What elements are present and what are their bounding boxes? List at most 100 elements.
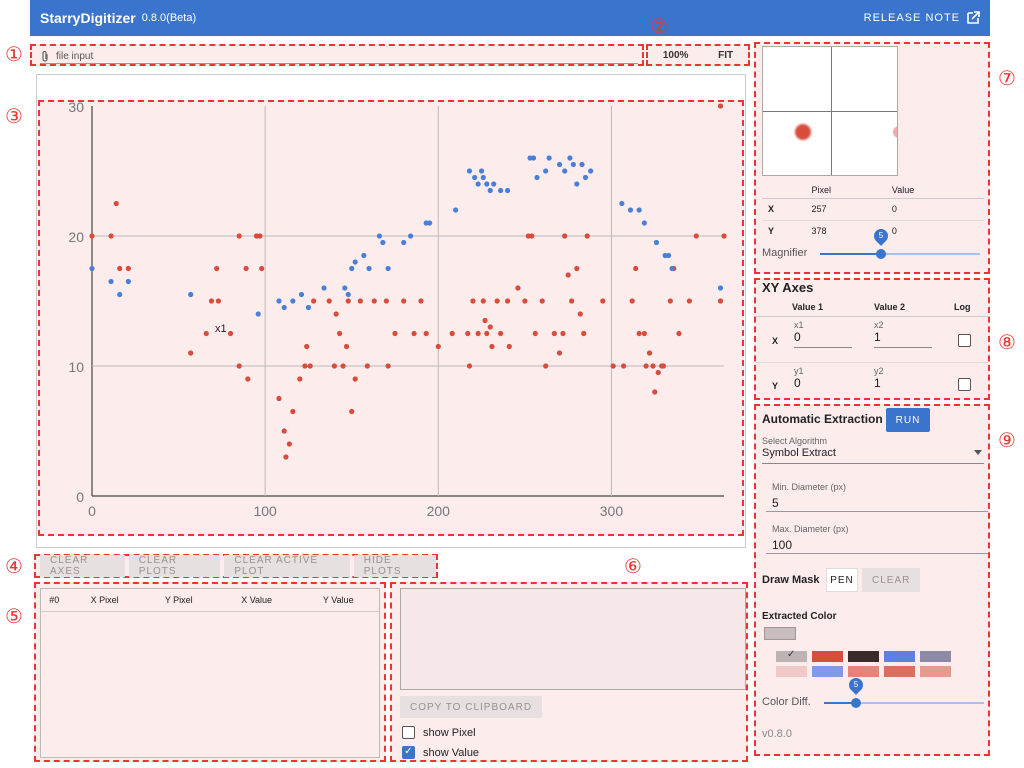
data-point[interactable] bbox=[466, 363, 473, 369]
data-point[interactable] bbox=[562, 233, 568, 239]
data-point[interactable] bbox=[539, 298, 545, 304]
min-diameter-field[interactable]: Min. Diameter (px) 5 bbox=[766, 478, 988, 512]
data-point[interactable] bbox=[281, 428, 287, 434]
data-point[interactable] bbox=[208, 298, 215, 304]
data-point[interactable] bbox=[401, 239, 407, 246]
clear-axes-button[interactable]: CLEAR AXES bbox=[40, 555, 125, 577]
data-point[interactable] bbox=[290, 408, 296, 415]
data-point[interactable] bbox=[543, 363, 549, 369]
magnifier-slider[interactable]: 5 bbox=[820, 226, 980, 259]
data-point[interactable] bbox=[113, 200, 119, 207]
data-point[interactable] bbox=[551, 330, 557, 337]
data-point[interactable] bbox=[257, 233, 263, 239]
data-point[interactable] bbox=[326, 298, 332, 304]
data-point[interactable] bbox=[717, 285, 724, 291]
data-point[interactable] bbox=[401, 298, 407, 304]
data-point[interactable] bbox=[465, 330, 471, 337]
data-point[interactable] bbox=[570, 161, 576, 168]
data-point[interactable] bbox=[504, 298, 511, 304]
extracted-color-swatch[interactable] bbox=[764, 627, 796, 640]
algorithm-select[interactable]: Symbol Extract bbox=[762, 447, 984, 464]
data-point[interactable] bbox=[227, 330, 234, 337]
data-point[interactable] bbox=[449, 330, 455, 337]
data-point[interactable] bbox=[321, 285, 327, 291]
data-point[interactable] bbox=[482, 317, 488, 324]
x1-input[interactable]: 0 bbox=[794, 330, 852, 348]
palette-swatch[interactable] bbox=[812, 651, 843, 662]
data-point[interactable] bbox=[117, 265, 123, 272]
data-point[interactable] bbox=[89, 233, 95, 239]
x2-input[interactable]: 1 bbox=[874, 330, 932, 348]
data-point[interactable] bbox=[532, 330, 538, 337]
data-point[interactable] bbox=[475, 330, 481, 337]
data-point[interactable] bbox=[480, 174, 486, 181]
data-point[interactable] bbox=[641, 220, 647, 226]
data-point[interactable] bbox=[311, 298, 317, 304]
data-point[interactable] bbox=[498, 187, 504, 194]
data-point[interactable] bbox=[352, 259, 358, 265]
data-point[interactable] bbox=[214, 265, 220, 272]
data-point[interactable] bbox=[423, 330, 429, 337]
data-point[interactable] bbox=[418, 298, 424, 304]
data-point[interactable] bbox=[188, 291, 194, 298]
data-point[interactable] bbox=[717, 298, 724, 304]
data-point[interactable] bbox=[636, 207, 642, 213]
data-point[interactable] bbox=[108, 278, 114, 285]
data-point[interactable] bbox=[203, 330, 209, 337]
clear-plots-button[interactable]: CLEAR PLOTS bbox=[128, 555, 221, 577]
data-point[interactable] bbox=[364, 363, 370, 369]
data-point[interactable] bbox=[333, 311, 339, 317]
data-point[interactable] bbox=[676, 330, 682, 337]
x2-field[interactable]: x2 1 bbox=[874, 320, 932, 348]
data-point[interactable] bbox=[646, 350, 653, 356]
data-point[interactable] bbox=[376, 233, 383, 239]
y2-input[interactable]: 1 bbox=[874, 376, 932, 393]
min-diameter-input[interactable]: 5 bbox=[772, 496, 988, 510]
palette-swatch[interactable] bbox=[848, 651, 879, 662]
data-point[interactable] bbox=[245, 376, 251, 382]
data-point[interactable] bbox=[108, 233, 114, 239]
data-point[interactable] bbox=[562, 168, 568, 174]
data-point[interactable] bbox=[565, 272, 571, 278]
data-point[interactable] bbox=[352, 376, 358, 382]
data-point[interactable] bbox=[302, 363, 308, 369]
data-point[interactable] bbox=[281, 304, 287, 311]
data-point[interactable] bbox=[380, 239, 386, 246]
data-point[interactable] bbox=[125, 278, 131, 285]
data-point[interactable] bbox=[349, 408, 355, 415]
data-point[interactable] bbox=[361, 252, 367, 259]
data-point[interactable] bbox=[290, 298, 296, 304]
data-point[interactable] bbox=[655, 369, 661, 376]
data-point[interactable] bbox=[487, 324, 493, 330]
data-point[interactable] bbox=[475, 181, 481, 187]
data-point[interactable] bbox=[478, 168, 485, 174]
data-point[interactable] bbox=[636, 330, 642, 337]
data-point[interactable] bbox=[297, 376, 303, 382]
data-point[interactable] bbox=[579, 161, 585, 168]
palette-swatch[interactable] bbox=[920, 666, 951, 677]
clear-mask-button[interactable]: CLEAR bbox=[862, 568, 921, 592]
data-point[interactable] bbox=[188, 350, 194, 356]
y-log-checkbox[interactable] bbox=[958, 378, 971, 391]
data-point[interactable] bbox=[487, 187, 493, 194]
data-point[interactable] bbox=[385, 265, 391, 272]
y2-field[interactable]: y2 1 bbox=[874, 366, 932, 393]
data-point[interactable] bbox=[504, 187, 511, 194]
data-point[interactable] bbox=[340, 363, 346, 369]
data-point[interactable] bbox=[484, 330, 490, 337]
data-point[interactable] bbox=[569, 298, 575, 304]
data-point[interactable] bbox=[117, 291, 123, 298]
copy-to-clipboard-button[interactable]: COPY TO CLIPBOARD bbox=[400, 696, 543, 718]
data-point[interactable] bbox=[407, 233, 414, 239]
data-point[interactable] bbox=[652, 389, 658, 395]
data-point[interactable] bbox=[343, 343, 350, 350]
data-point[interactable] bbox=[665, 252, 672, 259]
data-point[interactable] bbox=[494, 298, 500, 304]
run-button[interactable]: RUN bbox=[886, 408, 930, 432]
data-point[interactable] bbox=[470, 298, 476, 304]
color-diff-slider[interactable]: 5 bbox=[824, 675, 984, 708]
data-point[interactable] bbox=[633, 265, 639, 272]
data-point[interactable] bbox=[345, 291, 351, 298]
y1-field[interactable]: y1 0 bbox=[794, 366, 852, 393]
scatter-plot[interactable]: 30201000 100 200 300 x1 bbox=[40, 102, 742, 534]
